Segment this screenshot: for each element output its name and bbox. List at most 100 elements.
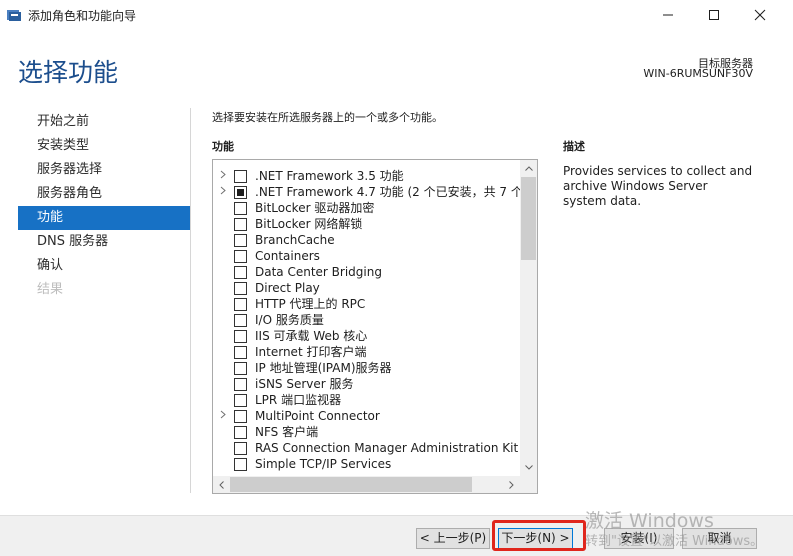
expand-icon[interactable] <box>220 170 230 182</box>
scroll-right-button[interactable] <box>503 476 520 493</box>
chevron-left-icon <box>219 480 224 489</box>
feature-label: NFS 客户端 <box>255 425 319 439</box>
feature-label: LPR 端口监视器 <box>255 393 342 407</box>
feature-checkbox[interactable] <box>234 298 247 311</box>
nav-item-0[interactable]: 开始之前 <box>18 110 190 134</box>
feature-checkbox[interactable] <box>234 346 247 359</box>
chevron-down-icon <box>524 465 533 470</box>
feature-row[interactable]: .NET Framework 3.5 功能 <box>213 168 520 184</box>
feature-row[interactable]: IP 地址管理(IPAM)服务器 <box>213 360 520 376</box>
activation-watermark-sub: 转到"设置"以激活 Windows。 <box>585 534 764 549</box>
scrollbar-corner <box>520 476 537 493</box>
horizontal-scroll-thumb[interactable] <box>230 477 472 492</box>
feature-label: iSNS Server 服务 <box>255 377 354 391</box>
feature-row[interactable]: Data Center Bridging <box>213 264 520 280</box>
chevron-up-icon <box>524 166 533 171</box>
feature-label: .NET Framework 4.7 功能 (2 个已安装，共 7 个) <box>255 185 528 199</box>
close-button[interactable] <box>737 0 783 30</box>
feature-checkbox[interactable] <box>234 362 247 375</box>
server-name: WIN-6RUMSUNF30V <box>643 67 753 80</box>
feature-checkbox[interactable] <box>234 170 247 183</box>
close-icon <box>754 9 766 21</box>
vertical-scroll-thumb[interactable] <box>521 177 536 260</box>
chevron-right-icon <box>509 480 514 489</box>
wizard-window: 添加角色和功能向导 选择功能 目标服务器 WIN-6RUMSUNF30V 开始之… <box>0 0 793 556</box>
feature-checkbox[interactable] <box>234 314 247 327</box>
feature-checkbox[interactable] <box>234 186 247 199</box>
scroll-down-button[interactable] <box>520 459 537 476</box>
expand-icon[interactable] <box>220 186 230 198</box>
feature-row[interactable]: NFS 客户端 <box>213 424 520 440</box>
feature-checkbox[interactable] <box>234 202 247 215</box>
wizard-icon <box>7 10 21 21</box>
scroll-left-button[interactable] <box>213 476 230 493</box>
feature-row[interactable]: Direct Play <box>213 280 520 296</box>
nav-item-4[interactable]: 功能 <box>18 206 190 230</box>
feature-row[interactable]: MultiPoint Connector <box>213 408 520 424</box>
feature-checkbox[interactable] <box>234 442 247 455</box>
feature-checkbox[interactable] <box>234 410 247 423</box>
feature-row[interactable]: BitLocker 网络解锁 <box>213 216 520 232</box>
feature-label: Containers <box>255 249 320 263</box>
horizontal-scrollbar[interactable] <box>213 476 520 493</box>
feature-checkbox[interactable] <box>234 426 247 439</box>
features-rows: .NET Framework 3.5 功能 .NET Framework 4.7 … <box>213 168 535 472</box>
feature-label: BranchCache <box>255 233 335 247</box>
feature-label: Direct Play <box>255 281 320 295</box>
feature-checkbox[interactable] <box>234 458 247 471</box>
feature-row[interactable]: Simple TCP/IP Services <box>213 456 520 472</box>
feature-row[interactable]: BitLocker 驱动器加密 <box>213 200 520 216</box>
feature-label: I/O 服务质量 <box>255 313 324 327</box>
nav-item-6[interactable]: 确认 <box>18 254 190 278</box>
vertical-scrollbar[interactable] <box>520 160 537 476</box>
nav-item-2[interactable]: 服务器选择 <box>18 158 190 182</box>
feature-checkbox[interactable] <box>234 266 247 279</box>
feature-checkbox[interactable] <box>234 250 247 263</box>
feature-row[interactable]: RAS Connection Manager Administration Ki… <box>213 440 535 456</box>
minimize-icon <box>663 14 673 16</box>
feature-row[interactable]: Containers <box>213 248 520 264</box>
maximize-button[interactable] <box>691 0 737 30</box>
feature-row[interactable]: BranchCache <box>213 232 520 248</box>
feature-row[interactable]: iSNS Server 服务 <box>213 376 520 392</box>
feature-label: RAS Connection Manager Administration Ki… <box>255 441 536 455</box>
feature-label: .NET Framework 3.5 功能 <box>255 169 404 183</box>
feature-row[interactable]: HTTP 代理上的 RPC <box>213 296 520 312</box>
feature-row[interactable]: I/O 服务质量 <box>213 312 520 328</box>
title-bar: 添加角色和功能向导 <box>0 0 793 30</box>
instruction-text: 选择要安装在所选服务器上的一个或多个功能。 <box>212 111 443 124</box>
description-header: 描述 <box>563 140 585 153</box>
feature-checkbox[interactable] <box>234 218 247 231</box>
page-title: 选择功能 <box>18 58 119 87</box>
scroll-up-button[interactable] <box>520 160 537 177</box>
feature-checkbox[interactable] <box>234 234 247 247</box>
activation-watermark: 激活 Windows <box>585 510 714 532</box>
features-header: 功能 <box>212 140 234 153</box>
feature-label: IIS 可承载 Web 核心 <box>255 329 368 343</box>
nav-divider <box>190 108 191 493</box>
nav-item-7: 结果 <box>37 282 64 297</box>
feature-row[interactable]: LPR 端口监视器 <box>213 392 520 408</box>
features-list[interactable]: .NET Framework 3.5 功能 .NET Framework 4.7 … <box>212 159 538 494</box>
feature-label: Internet 打印客户端 <box>255 345 367 359</box>
minimize-button[interactable] <box>645 0 691 30</box>
feature-row[interactable]: Internet 打印客户端 <box>213 344 520 360</box>
feature-row[interactable]: .NET Framework 4.7 功能 (2 个已安装，共 7 个) <box>213 184 528 200</box>
feature-checkbox[interactable] <box>234 378 247 391</box>
feature-checkbox[interactable] <box>234 394 247 407</box>
description-text: Provides services to collect and archive… <box>563 164 753 208</box>
wizard-nav: 开始之前 安装类型 服务器选择 服务器角色 功能 DNS 服务器 确认结果 <box>18 110 190 302</box>
expand-icon[interactable] <box>220 410 230 422</box>
nav-item-5[interactable]: DNS 服务器 <box>18 230 190 254</box>
previous-button[interactable]: < 上一步(P) <box>416 528 490 549</box>
nav-item-1[interactable]: 安装类型 <box>18 134 190 158</box>
feature-checkbox[interactable] <box>234 282 247 295</box>
feature-row[interactable]: IIS 可承载 Web 核心 <box>213 328 520 344</box>
feature-label: BitLocker 驱动器加密 <box>255 201 375 215</box>
feature-label: IP 地址管理(IPAM)服务器 <box>255 361 392 375</box>
feature-checkbox[interactable] <box>234 330 247 343</box>
feature-label: Simple TCP/IP Services <box>255 457 392 471</box>
maximize-icon <box>709 10 719 20</box>
nav-item-3[interactable]: 服务器角色 <box>18 182 190 206</box>
feature-label: BitLocker 网络解锁 <box>255 217 363 231</box>
